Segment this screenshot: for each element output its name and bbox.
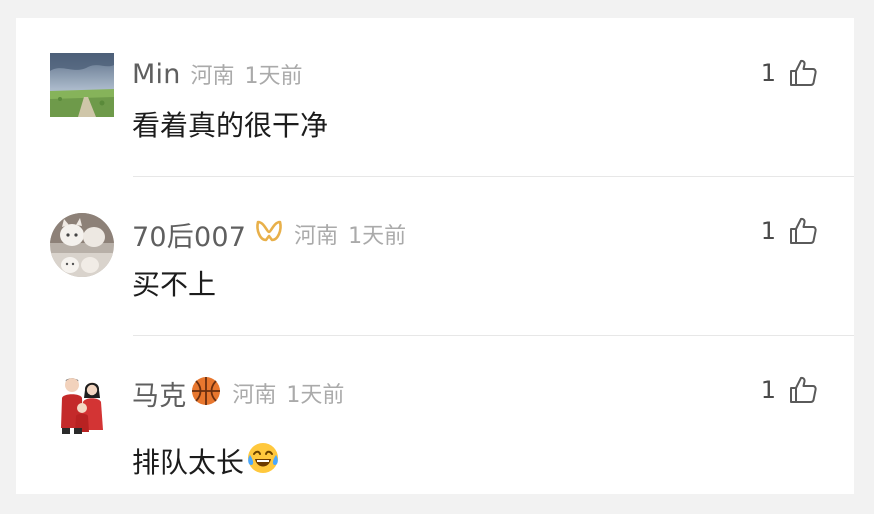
thumbs-up-icon (790, 376, 817, 403)
like-button[interactable]: 1 (761, 58, 818, 88)
family-avatar-image (50, 372, 114, 436)
username[interactable]: Min (132, 59, 181, 90)
like-count: 1 (760, 59, 776, 87)
thumbs-up-icon (790, 59, 817, 86)
user-avatar[interactable] (50, 53, 114, 117)
timestamp: 1天前 (244, 64, 303, 89)
like-count: 1 (760, 376, 776, 404)
comment-item: 70后007 河南 1天前 买不上 1 (16, 176, 854, 336)
comment-meta: 70后007 河南 1天前 (132, 215, 407, 254)
comment-list: Min 河南 1天前 看着真的很干净 1 70后007 河南 1天前 买不上 1… (16, 18, 854, 494)
timestamp: 1天前 (348, 224, 407, 249)
basketball-icon (190, 375, 222, 411)
thumbs-up-icon (790, 217, 817, 244)
comment-text: 看着真的很干净 (132, 104, 328, 144)
landscape-avatar-image (50, 53, 114, 117)
comment-text: 排队太长 (132, 441, 280, 481)
timestamp: 1天前 (286, 383, 345, 408)
comment-text-content: 排队太长 (132, 446, 245, 479)
comment-meta: Min 河南 1天前 (132, 56, 303, 92)
location-label: 河南 (232, 383, 277, 408)
divider (133, 335, 854, 336)
comment-item: 马克 河南 1天前 排队太长 1 (16, 335, 854, 495)
crying-laughing-emoji (246, 441, 280, 482)
divider (133, 176, 854, 177)
username[interactable]: 马克 (132, 374, 186, 413)
location-label: 河南 (190, 64, 235, 89)
like-button[interactable]: 1 (761, 375, 818, 405)
comment-text-content: 买不上 (132, 268, 217, 301)
comment-item: Min 河南 1天前 看着真的很干净 1 (16, 18, 854, 178)
user-avatar[interactable] (50, 372, 114, 436)
like-count: 1 (760, 217, 776, 245)
user-avatar[interactable] (50, 213, 114, 277)
username[interactable]: 70后007 (132, 215, 246, 254)
like-button[interactable]: 1 (761, 216, 818, 246)
comment-meta: 马克 河南 1天前 (132, 374, 345, 413)
cat-avatar-image (50, 213, 114, 277)
location-label: 河南 (294, 224, 339, 249)
comment-text-content: 看着真的很干净 (132, 109, 329, 142)
gold-ribbon-icon (254, 218, 284, 250)
comment-text: 买不上 (132, 263, 216, 303)
